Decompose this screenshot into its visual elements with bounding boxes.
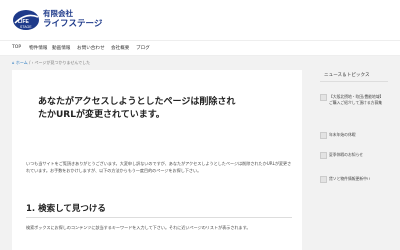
main-navigation: TOP 物件情報 動画情報 お問い合わせ 会社概要 ブログ xyxy=(0,40,400,56)
news-thumbnail-icon[interactable] xyxy=(320,176,327,183)
sidebar-news-item[interactable]: 夏季休暇のお知らせ xyxy=(320,152,388,170)
company-type: 有限会社 xyxy=(43,9,73,18)
company-logo-icon[interactable]: LIFE STAGE xyxy=(12,8,40,32)
company-name[interactable]: ライフステージ xyxy=(43,20,102,29)
site-header: LIFE STAGE 有限会社 ライフステージ xyxy=(0,0,400,40)
sidebar-divider xyxy=(320,81,388,82)
sidebar-news-item[interactable]: 年末年始の休暇 xyxy=(320,132,388,150)
home-icon[interactable]: ⌂ xyxy=(12,60,15,65)
news-thumbnail-icon[interactable] xyxy=(320,152,327,159)
nav-item-top[interactable]: TOP xyxy=(12,45,21,50)
sidebar-title: ニュース＆トピックス xyxy=(324,73,370,78)
sidebar: ニュース＆トピックス 【大阪北摂地・吹田/豊能地域】ご購入ご紹介して頂ける方募集… xyxy=(320,70,388,250)
breadcrumb-separator: / xyxy=(29,60,31,65)
breadcrumb: ⌂ ホーム / › ページが見つかりませんでした xyxy=(12,60,90,66)
nav-item-properties[interactable]: 物件情報 xyxy=(29,45,47,51)
sidebar-news-item[interactable]: 賃ソと物件情報更新中!! xyxy=(320,176,388,194)
breadcrumb-home[interactable]: ホーム xyxy=(16,60,28,65)
news-item-title[interactable]: 年末年始の休暇 xyxy=(329,132,387,138)
sidebar-news-item[interactable]: 【大阪北摂地・吹田/豊能地域】ご購入ご紹介して頂ける方募集 xyxy=(320,94,388,112)
breadcrumb-current: ページが見つかりませんでした xyxy=(34,60,91,65)
news-thumbnail-icon[interactable] xyxy=(320,94,327,101)
chevron-right-icon: › xyxy=(31,60,34,65)
nav-item-videos[interactable]: 動画情報 xyxy=(52,45,70,51)
page-title: あなたがアクセスしようとしたページは削除されたかURLが変更されています。 xyxy=(38,97,236,120)
nav-item-blog[interactable]: ブログ xyxy=(136,45,150,51)
news-item-title[interactable]: 夏季休暇のお知らせ xyxy=(329,152,387,158)
news-item-title[interactable]: 賃ソと物件情報更新中!! xyxy=(329,176,387,182)
news-thumbnail-icon[interactable] xyxy=(320,132,327,139)
search-description: 検索ボックスにお探しのコンテンツに該当するキーワードを入力して下さい。それに近い… xyxy=(26,225,251,230)
intro-text: いつも当サイトをご覧頂きありがとうございます。大変申し訳ないのですが、あなたがア… xyxy=(26,161,292,173)
nav-item-company[interactable]: 会社概要 xyxy=(111,45,129,51)
nav-item-contact[interactable]: お問い合わせ xyxy=(77,45,105,51)
section-divider xyxy=(26,217,292,218)
main-content: あなたがアクセスしようとしたページは削除されたかURLが変更されています。 いつ… xyxy=(12,70,302,250)
svg-text:STAGE: STAGE xyxy=(20,25,32,29)
news-item-title[interactable]: 【大阪北摂地・吹田/豊能地域】ご購入ご紹介して頂ける方募集 xyxy=(329,94,387,105)
section-heading: 1. 検索して見つける xyxy=(26,204,106,214)
